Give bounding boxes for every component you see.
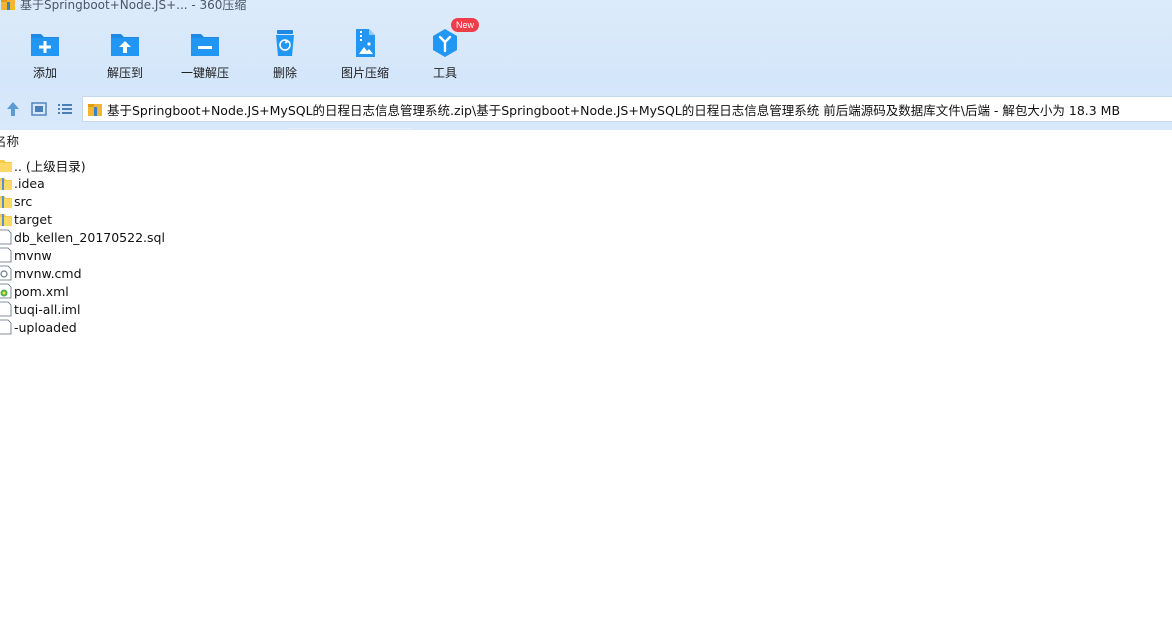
tools-button[interactable]: New 工具 [405,18,485,86]
extract-to-label: 解压到 [106,66,143,80]
one-click-extract-label: 一键解压 [180,66,229,80]
file-name: mvnw.cmd [14,265,82,281]
list-item[interactable]: pom.xml [0,282,1172,300]
add-label: 添加 [32,66,57,80]
list-item[interactable]: src [0,192,1172,210]
one-click-extract-icon [191,34,219,56]
list-item[interactable]: target [0,210,1172,228]
file-name: -uploaded [14,319,77,335]
delete-button[interactable]: 删除 [245,22,325,86]
main-toolbar: 添加 解压到 一键解压 删除 图片压缩 New 工具 [0,18,1172,86]
list-view-icon[interactable] [56,100,74,118]
folder-icon [0,178,12,190]
up-arrow-icon[interactable] [4,100,22,118]
file-list: .. (上级目录) .idea src target db_kellen_201… [0,156,1172,336]
add-icon [31,34,59,56]
column-header-name-label: 名称 [0,134,20,149]
cmd-script-icon [0,265,12,281]
zip-archive-icon [88,104,102,116]
tools-label: 工具 [432,66,457,80]
image-compress-icon [356,29,375,57]
folder-icon [0,160,12,172]
header-divider [288,128,412,129]
xml-file-icon [0,283,12,299]
file-name: mvnw [14,247,52,263]
archive-app-icon [1,0,15,10]
document-icon [0,301,12,317]
navigation-row: 基于Springboot+Node.JS+MySQL的日程日志信息管理系统.zi… [0,94,1172,124]
file-name: target [14,211,53,227]
list-item[interactable]: mvnw [0,246,1172,264]
one-click-extract-button[interactable]: 一键解压 [165,22,245,86]
image-compress-button[interactable]: 图片压缩 [325,22,405,86]
list-item[interactable]: tuqi-all.iml [0,300,1172,318]
new-badge: New [451,18,480,32]
delete-label: 删除 [272,66,297,80]
folder-icon [0,196,12,208]
list-item-parent-directory[interactable]: .. (上级目录) [0,156,1172,174]
path-text: 基于Springboot+Node.JS+MySQL的日程日志信息管理系统.zi… [107,102,1121,118]
file-name: tuqi-all.iml [14,301,81,317]
file-name: .. (上级目录) [14,158,86,174]
window-title: 基于Springboot+Node.JS+... - 360压缩 [20,0,247,12]
extract-to-button[interactable]: 解压到 [85,22,165,86]
file-name: .idea [14,175,45,191]
extract-to-icon [111,34,139,56]
thumbnail-view-icon[interactable] [30,100,48,118]
file-name: pom.xml [14,283,69,299]
file-name: db_kellen_20170522.sql [14,229,165,245]
document-icon [0,229,12,245]
column-header-name[interactable]: 名称 [0,132,19,152]
title-bar: 基于Springboot+Node.JS+... - 360压缩 [0,0,246,13]
add-button[interactable]: 添加 [5,22,85,86]
file-name: src [14,193,33,209]
path-bar[interactable]: 基于Springboot+Node.JS+MySQL的日程日志信息管理系统.zi… [82,96,1172,122]
list-item[interactable]: db_kellen_20170522.sql [0,228,1172,246]
folder-icon [0,214,12,226]
list-item[interactable]: .idea [0,174,1172,192]
document-icon [0,319,12,335]
delete-icon [276,30,294,56]
list-item[interactable]: mvnw.cmd [0,264,1172,282]
document-icon [0,247,12,263]
image-compress-label: 图片压缩 [340,66,389,80]
list-item[interactable]: -uploaded [0,318,1172,336]
